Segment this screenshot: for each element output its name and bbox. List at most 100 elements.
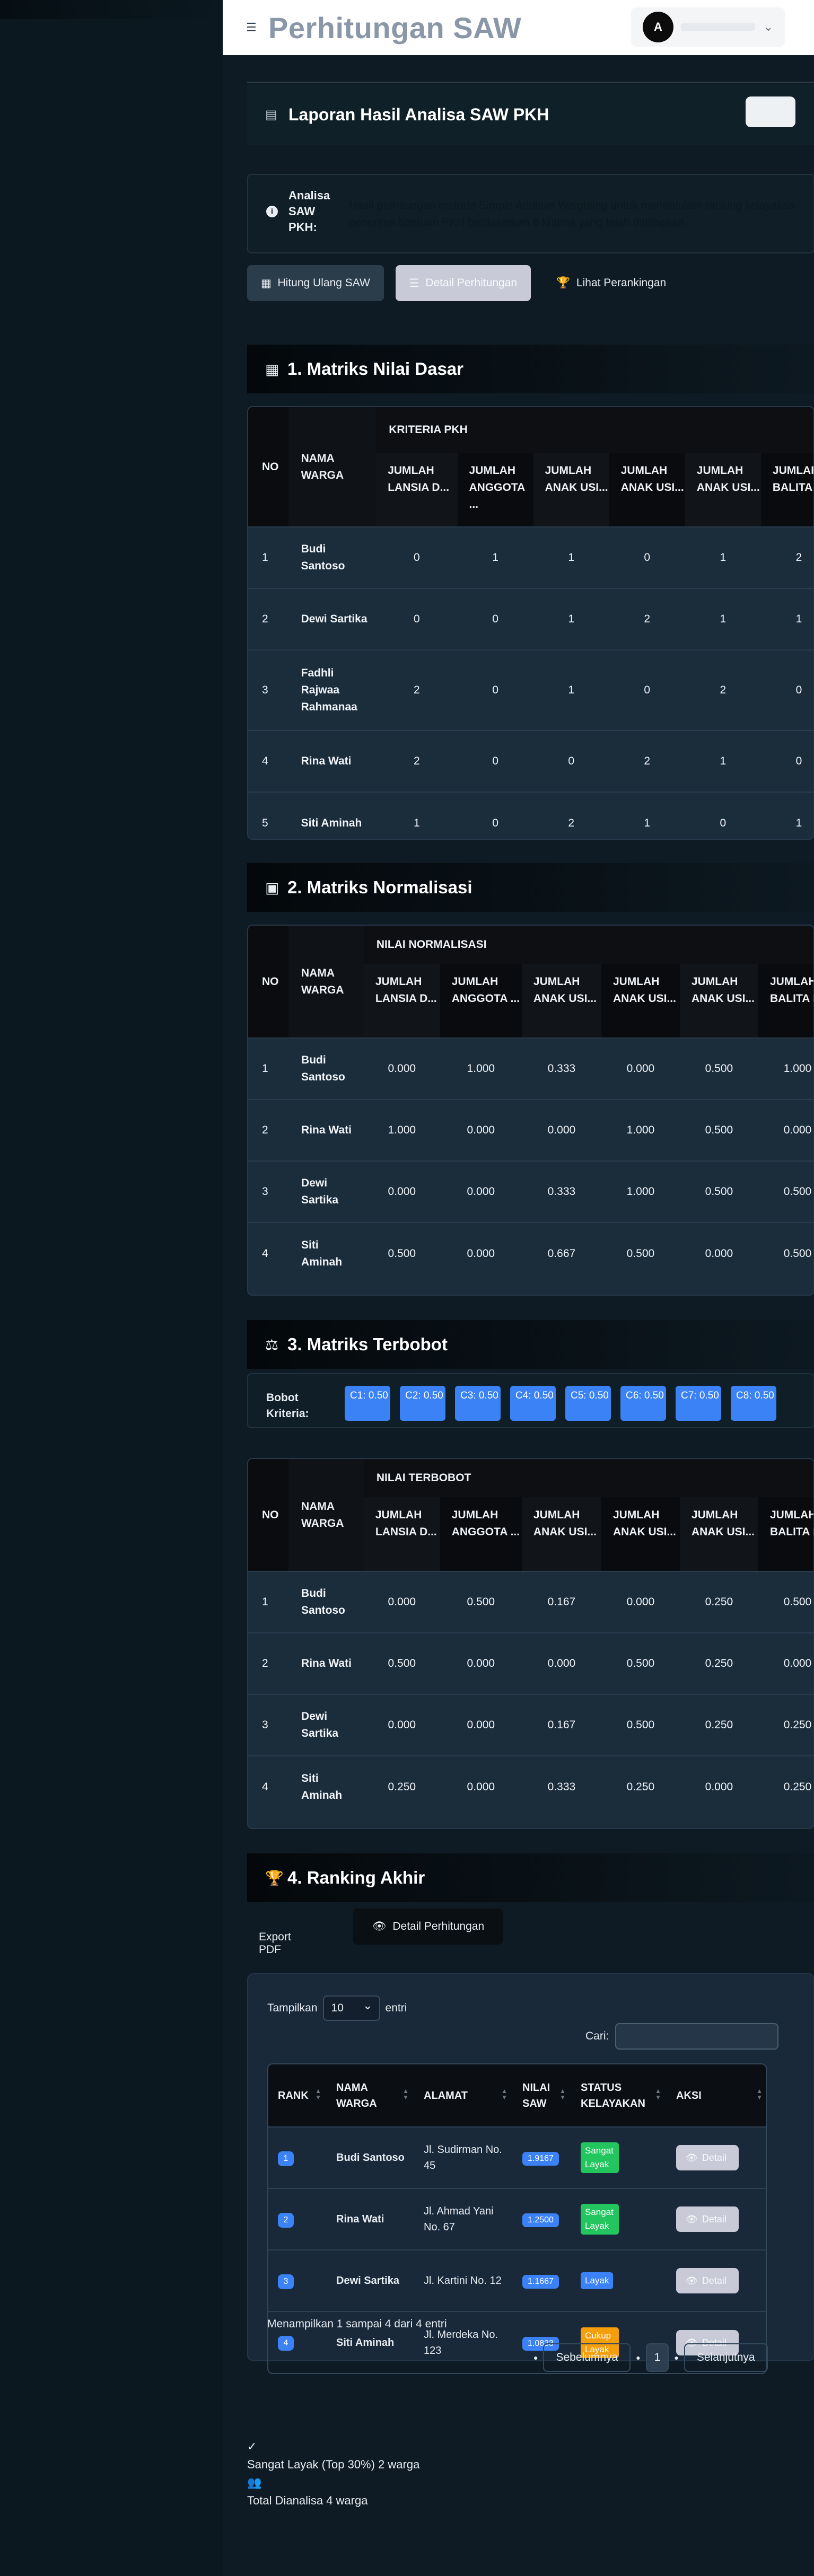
column-header: AKSI ▲ ▼ — [667, 2064, 766, 2127]
detail-label: Detail Perhitungan — [425, 277, 518, 289]
rank-badge: 3 — [278, 2274, 294, 2289]
table-icon: ▦ — [265, 361, 279, 377]
rank-cell: 1 — [268, 2126, 327, 2188]
table-row: 4 Rina Wati 2 0 0 2 1 0 — [248, 730, 813, 792]
ranking-button[interactable]: 🏆 Lihat Perankingan — [542, 265, 680, 301]
detail-button[interactable]: 👁 Detail — [676, 2145, 739, 2170]
next-button[interactable]: Selanjutnya — [684, 2343, 768, 2372]
row-value: 0.000 — [521, 1099, 601, 1161]
row-value: 0.500 — [601, 1222, 680, 1284]
status-cell: Sangat Layak — [571, 2188, 667, 2250]
row-value: 1.000 — [601, 1099, 680, 1161]
detail-button[interactable]: 👁 Detail — [676, 2268, 739, 2293]
row-value: 0.250 — [363, 1755, 440, 1817]
detail-button[interactable]: 👁 Detail — [676, 2206, 739, 2232]
row-value: 1.000 — [601, 1160, 680, 1223]
pagination: ● Sebelumnya ● 1 ● Selanjutnya — [533, 2343, 768, 2372]
matrix-table: NO NAMA WARGA KRITERIA PKH JUMLAH LANSIA D.… — [248, 407, 813, 839]
bullet: ● — [636, 2353, 641, 2362]
row-value: 1 — [533, 588, 609, 650]
row-value: 1.000 — [758, 1038, 813, 1100]
detail-label: Detail — [702, 2214, 727, 2225]
row-value: 0.500 — [758, 1571, 813, 1633]
row-value: 0.167 — [521, 1694, 601, 1756]
rank-badge: 4 — [278, 2336, 294, 2351]
row-value: 2 — [609, 730, 685, 792]
row-value: 0 — [609, 526, 685, 588]
column-header-no: NO — [248, 926, 289, 1038]
ranking-label: Lihat Perankingan — [576, 277, 667, 289]
row-name: Dewi Sartika — [288, 1694, 364, 1756]
status-cell: Layak — [571, 2249, 667, 2311]
column-header: STATUS KELAYAKAN ▲ ▼ — [571, 2064, 667, 2127]
sort-icon[interactable]: ▲ ▼ — [756, 2088, 763, 2100]
row-value: 1 — [457, 526, 533, 588]
bobot-label: Bobot Kriteria: — [266, 1392, 309, 1420]
row-value: 1 — [376, 792, 458, 839]
user-name-placeholder — [681, 23, 755, 31]
bullet: ● — [674, 2353, 679, 2362]
summary-layak: Sangat Layak (Top 30%) 2 warga — [247, 2458, 420, 2471]
menu-icon[interactable]: ☰ — [246, 21, 259, 34]
column-header-criterion: JUMLAH ANAK USI... — [521, 1497, 601, 1571]
row-value: 0.000 — [758, 1632, 813, 1694]
sort-icon[interactable]: ▲ ▼ — [315, 2088, 321, 2100]
rank-badge: 1 — [278, 2151, 294, 2166]
page-button[interactable]: 1 — [645, 2343, 669, 2372]
column-header-criterion: JUMLAH ANAK USI... — [533, 453, 609, 527]
saw-badge: 1.9167 — [522, 2152, 559, 2166]
column-header-criterion: JUMLAH BALITA D... — [758, 1497, 813, 1571]
table-row: 3 Dewi Sartika 0.000 0.000 0.167 0.500 0.250 0.… — [248, 1694, 813, 1756]
column-header-criterion: JUMLAH ANAK USI... — [601, 964, 680, 1038]
page-length-select[interactable]: 10 — [322, 1995, 380, 2021]
row-number: 4 — [248, 730, 288, 792]
row-value: 0.000 — [679, 1222, 758, 1284]
row-value: 2 — [685, 649, 761, 731]
section-title: 3. Matriks Terbobot — [287, 1334, 448, 1354]
detail-perhitungan-button[interactable]: 👁 Detail Perhitungan — [353, 1909, 503, 1945]
status-badge: Layak — [581, 2272, 614, 2289]
column-label: STATUS KELAYAKAN — [581, 2081, 645, 2109]
row-value: 0.000 — [440, 1099, 522, 1161]
user-menu[interactable]: A ⌄ — [631, 7, 785, 47]
eye-icon: 👁 — [686, 2275, 698, 2286]
table-row: 1 Budi Santoso 0.000 0.500 0.167 0.000 0.250 0.… — [248, 1571, 813, 1633]
sort-icon[interactable]: ▲ ▼ — [501, 2088, 507, 2100]
column-header-criterion: JUMLAH LANSIA D... — [363, 964, 440, 1038]
column-label: ALAMAT — [424, 2089, 468, 2102]
report-action-button[interactable] — [746, 96, 795, 127]
table-row: 2 Dewi Sartika 0 0 1 2 1 1 — [248, 588, 813, 650]
sort-icon[interactable]: ▲ ▼ — [402, 2088, 409, 2100]
section-matriks-nilai-dasar: ▦ 1. Matriks Nilai Dasar — [247, 345, 814, 393]
export-pdf-button[interactable]: Export PDF — [259, 1931, 291, 1956]
row-value: 0 — [376, 526, 458, 588]
row-name: Budi Santoso — [288, 1038, 364, 1100]
prev-button[interactable]: Sebelumnya — [543, 2343, 631, 2372]
row-value: 0.250 — [679, 1632, 758, 1694]
name-cell: Budi Santoso — [327, 2126, 414, 2188]
column-header-nama: NAMA WARGA — [288, 1459, 364, 1571]
search-input[interactable] — [615, 2023, 779, 2050]
bobot-chip: C8: 0.50 — [731, 1386, 776, 1421]
eye-icon: 👁 — [686, 2152, 698, 2163]
row-value: 1 — [533, 649, 609, 731]
scale-icon: ⚖ — [265, 1336, 279, 1353]
bobot-chip: C4: 0.50 — [510, 1386, 556, 1421]
detail-button[interactable]: ☰ Detail Perhitungan — [395, 265, 531, 301]
row-value: 0 — [685, 792, 761, 839]
rank-cell: 2 — [268, 2188, 327, 2250]
bobot-chip: C1: 0.50 — [345, 1386, 390, 1421]
row-value: 0.000 — [363, 1160, 440, 1223]
bullet: ● — [533, 2353, 538, 2362]
eye-icon: 👁 — [372, 1920, 393, 1932]
eye-icon: 👁 — [686, 2214, 698, 2225]
backdrop-shadow — [0, 0, 223, 19]
ranking-datatable: Tampilkan 10 entri Cari: RANK▲ ▼NAMA WAR… — [247, 1973, 814, 2374]
recalc-button[interactable]: ▦ Hitung Ulang SAW — [247, 265, 384, 301]
action-cell: 👁 Detail — [667, 2126, 766, 2188]
sort-icon[interactable]: ▲ ▼ — [559, 2088, 566, 2100]
sort-icon[interactable]: ▲ ▼ — [655, 2088, 661, 2100]
row-value: 1 — [533, 526, 609, 588]
table-row: 4 Siti Aminah 0.500 0.000 0.667 0.500 0.000 0.5… — [248, 1222, 813, 1284]
section-ranking-akhir: 🏆 4. Ranking Akhir — [247, 1853, 814, 1902]
